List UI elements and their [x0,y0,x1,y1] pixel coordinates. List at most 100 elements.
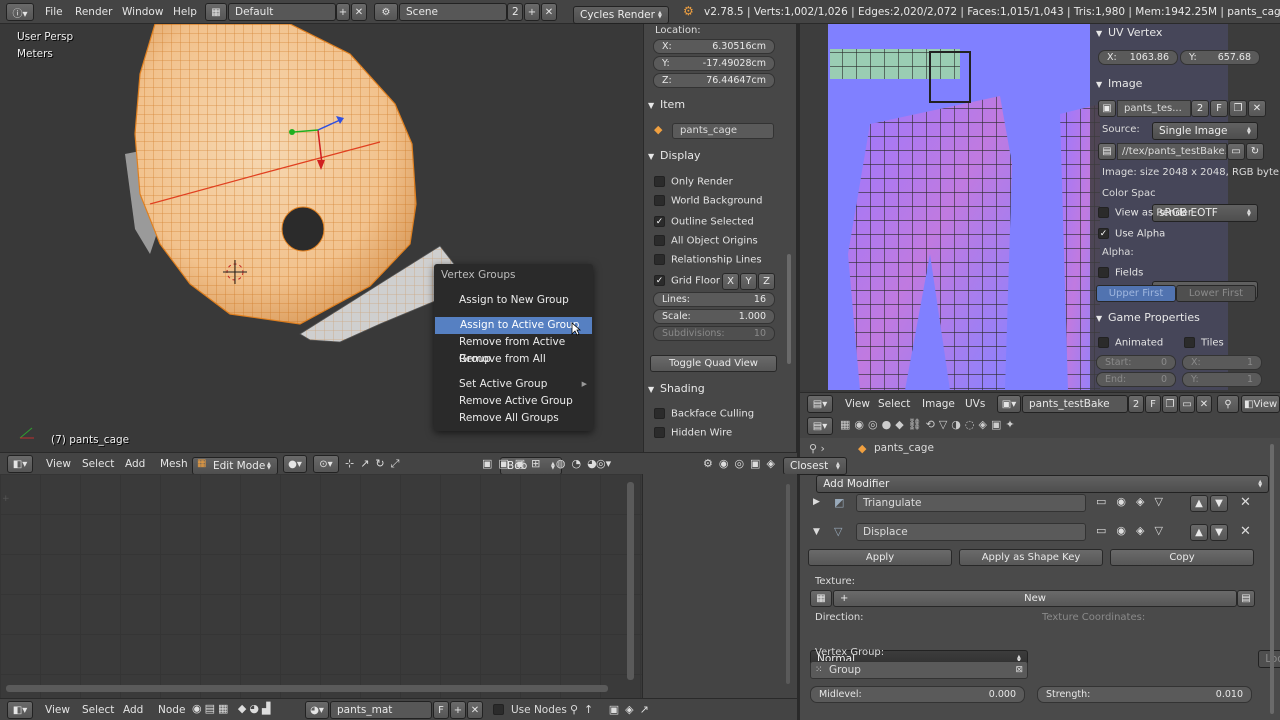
render-engine-select[interactable]: Cycles Render [573,5,669,24]
invert-icon[interactable]: ⊠ [1015,662,1023,678]
image-fake-user-toggle[interactable]: F [1210,100,1228,117]
toggle-quad-view-button[interactable]: Toggle Quad View [650,355,777,372]
use-nodes-checkbox[interactable] [493,704,504,715]
uv-vertex-x-field[interactable]: X: 1063.86 [1098,50,1178,65]
scene-browse-button[interactable]: ⚙ [374,3,398,21]
view-mode-select[interactable]: ◧ View [1241,395,1280,413]
image-name-field[interactable]: pants_testBake [1022,395,1128,413]
snap-target-select[interactable]: Closest [783,456,847,475]
tiles-y-field[interactable]: Y: 1 [1182,372,1262,387]
menu-uvs[interactable]: UVs [957,398,993,410]
item-panel-header[interactable]: ▼ Item [648,96,788,114]
remove-modifier-icon[interactable]: ✕ [1240,524,1251,539]
collapse-icon[interactable]: ▼ [813,527,820,537]
menu-view[interactable]: View [38,458,79,470]
location-z-field[interactable]: Z: 76.44647cm [653,73,775,88]
transform-manipulator-icons[interactable]: ⊹↗↻⤢ [345,457,405,471]
properties-scrollbar[interactable] [1270,444,1274,714]
anim-start-field[interactable]: Start: 0 [1096,355,1176,370]
grid-scale-field[interactable]: Scale: 1.000 [653,309,775,324]
add-modifier-select[interactable]: Add Modifier [816,475,1270,493]
viewport-shading-select[interactable]: ●▾ [283,455,307,473]
node-vertical-scrollbar[interactable] [627,482,634,680]
plus-icon[interactable]: + [2,494,10,504]
world-background-checkbox[interactable]: World Background [654,195,784,209]
menu-select[interactable]: Select [74,458,122,470]
delete-layout-button[interactable]: ✕ [351,3,367,21]
grid-lines-field[interactable]: Lines: 16 [653,292,775,307]
screen-layout-field[interactable]: Default [228,3,336,21]
menu-file[interactable]: File [37,6,71,18]
layer-and-select-mode-icons[interactable]: ▣▣▣⊞ ◍◔◕ [482,457,603,470]
menu-add[interactable]: Add [115,704,151,716]
menu-render[interactable]: Render [67,6,120,18]
scene-field[interactable]: Scene [399,3,507,21]
menu-item-assign-active-group[interactable]: Assign to Active Group [435,317,592,334]
editor-type-button[interactable]: ▤▾ [807,395,833,413]
backface-culling-checkbox[interactable]: Backface Culling [654,408,784,422]
image-browse-button[interactable]: ▣▾ [997,395,1021,413]
menu-view[interactable]: View [37,704,78,716]
shading-panel-header[interactable]: ▼ Shading [648,380,788,398]
location-x-field[interactable]: X: 6.30516cm [653,39,775,54]
add-layout-button[interactable]: + [336,3,350,21]
image-unlink-button[interactable]: ✕ [1196,395,1212,413]
material-unlink-button[interactable]: ✕ [467,701,483,719]
snap-and-render-icons[interactable]: ⚙◉◎▣◈ [703,457,781,470]
editor-type-button[interactable]: ◧▾ [7,701,33,719]
use-alpha-checkbox[interactable]: ✓ Use Alpha [1098,228,1228,242]
context-tabs[interactable]: ▦◉◎●◆⛓⟲▽◑◌◈▣✦ [840,418,1019,431]
pin-icon[interactable]: ⚲ › [809,442,825,455]
screen-layout-button[interactable]: ▦ [205,3,227,21]
tiles-checkbox[interactable]: Tiles [1184,337,1264,351]
strength-field[interactable]: Strength: 0.010 [1037,686,1252,703]
axis-x-toggle[interactable]: X [722,273,739,290]
anim-end-field[interactable]: End: 0 [1096,372,1176,387]
location-y-field[interactable]: Y: -17.49028cm [653,56,775,71]
image-panel-header[interactable]: ▼ Image [1096,75,1236,93]
move-down-button[interactable]: ▼ [1210,524,1228,541]
fields-checkbox[interactable]: Fields [1098,267,1228,281]
menu-add[interactable]: Add [117,458,153,470]
grid-subdivisions-field[interactable]: Subdivisions: 10 [653,326,775,341]
game-properties-header[interactable]: ▼ Game Properties [1096,309,1236,327]
expand-icon[interactable]: ▶ [813,497,820,507]
copy-modifier-button[interactable]: Copy [1110,549,1254,566]
menu-item-remove-all-groups[interactable]: Remove All Groups [434,410,593,427]
image-name-field[interactable]: pants_tes... [1117,100,1191,117]
image-new-button[interactable]: ❐ [1162,395,1178,413]
image-unlink-button[interactable]: ✕ [1248,100,1266,117]
uv-vertex-y-field[interactable]: Y: 657.68 [1180,50,1260,65]
modifier-visibility-icons[interactable]: ▭◉◈▽ [1096,524,1173,537]
outline-selected-checkbox[interactable]: ✓ Outline Selected [654,216,784,230]
uv-vertex-panel-header[interactable]: ▼ UV Vertex [1096,24,1236,42]
image-browse-button[interactable]: ▣ [1098,100,1116,117]
upper-first-toggle[interactable]: Upper First [1096,285,1176,302]
texture-properties-button[interactable]: ▤ [1237,590,1255,607]
menu-item-assign-new-group[interactable]: Assign to New Group [434,292,593,309]
texture-browse-button[interactable]: ▦ [810,590,832,607]
delete-scene-button[interactable]: ✕ [541,3,557,21]
panel-scrollbar[interactable] [787,254,791,364]
hidden-wire-checkbox[interactable]: Hidden Wire [654,427,784,441]
lower-first-toggle[interactable]: Lower First [1176,285,1256,302]
sidebar-scrollbar[interactable] [786,484,790,684]
relationship-lines-checkbox[interactable]: Relationship Lines [654,254,784,268]
image-source-select[interactable]: Single Image [1152,122,1258,140]
animated-checkbox[interactable]: Animated [1098,337,1178,351]
proportional-edit-icon[interactable]: ◎▾ [596,457,611,470]
view-as-render-checkbox[interactable]: View as Render [1098,207,1228,221]
all-object-origins-checkbox[interactable]: All Object Origins [654,235,784,249]
move-down-button[interactable]: ▼ [1210,495,1228,512]
menu-item-set-active-group[interactable]: Set Active Group ▶ [434,376,593,393]
node-editor[interactable]: + [0,474,642,698]
editor-type-button[interactable]: ⓘ▾ [6,3,34,21]
image-filepath-field[interactable]: //tex/pants_testBake... [1117,143,1227,160]
editor-type-button[interactable]: ◧▾ [7,455,33,473]
vertex-group-field[interactable]: ⁙ Group ⊠ [810,661,1028,679]
menu-item-remove-from-all[interactable]: Remove from All [434,351,593,368]
tiles-x-field[interactable]: X: 1 [1182,355,1262,370]
apply-button[interactable]: Apply [808,549,952,566]
node-tree-type-icons[interactable]: ◉▤▦ ◆◕▟ [192,702,273,715]
pin-button[interactable]: ⚲ [1217,395,1239,413]
